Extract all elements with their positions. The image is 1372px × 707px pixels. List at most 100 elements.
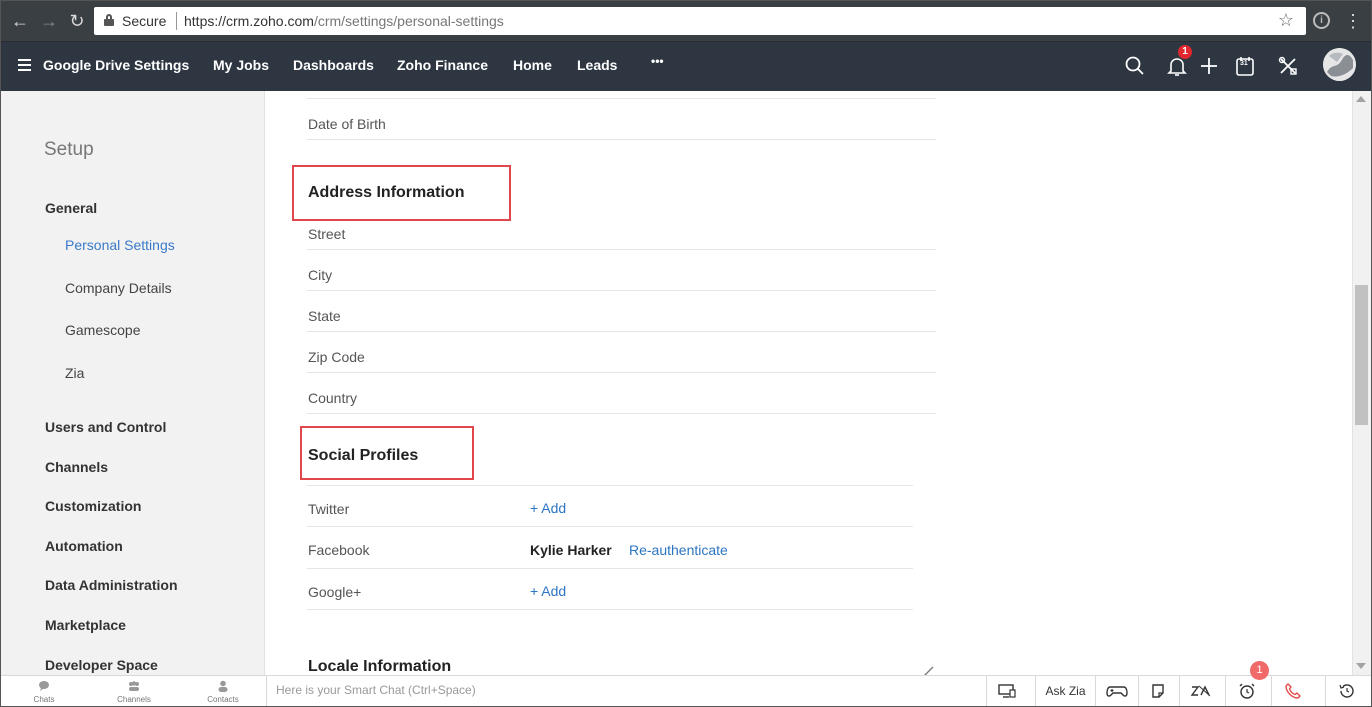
phone-button[interactable] (1271, 675, 1325, 707)
sidebar-group-developer-space[interactable]: Developer Space (45, 657, 158, 673)
sidebar-group-users-and-control[interactable]: Users and Control (45, 419, 166, 435)
nav-zoho-finance[interactable]: Zoho Finance (397, 57, 488, 73)
nav-google-drive-settings[interactable]: Google Drive Settings (43, 57, 189, 73)
field-label-city: City (308, 267, 333, 283)
scrollbar-thumb[interactable] (1355, 285, 1368, 425)
row-divider (307, 139, 936, 140)
row-divider (307, 249, 936, 250)
scroll-down-arrow-icon[interactable] (1356, 663, 1366, 669)
field-label-state: State (308, 308, 341, 324)
url-host: https://crm.zoho.com (184, 13, 314, 29)
smart-chat-placeholder: Here is your Smart Chat (Ctrl+Space) (276, 683, 476, 697)
sidebar-group-marketplace[interactable]: Marketplace (45, 617, 126, 633)
field-label-street: Street (308, 226, 346, 242)
row-divider (307, 372, 936, 373)
history-button[interactable] (1325, 675, 1372, 707)
bookmark-star-icon[interactable]: ☆ (1278, 10, 1294, 31)
group-users-icon (129, 681, 139, 691)
field-label-country: Country (308, 390, 358, 406)
sidebar-group-general[interactable]: General (45, 200, 97, 216)
bottom-tab-contacts[interactable]: Contacts (179, 676, 267, 707)
gamepad-icon (1106, 686, 1128, 697)
zia-button[interactable] (1179, 675, 1225, 707)
reminders-badge: 1 (1250, 661, 1269, 680)
games-button[interactable] (1095, 675, 1138, 707)
section-title-social-profiles: Social Profiles (308, 447, 419, 464)
url-separator (176, 12, 177, 30)
contact-person-icon (218, 680, 228, 692)
row-divider (307, 331, 936, 332)
nav-my-jobs[interactable]: My Jobs (213, 57, 269, 73)
facebook-account-name: Kylie Harker (530, 542, 612, 558)
browser-toolbar: ← → ↻ Secure https://crm.zoho.com/crm/se… (0, 0, 1372, 42)
reload-icon[interactable]: ↻ (66, 10, 88, 32)
section-title-locale-information: Locale Information (308, 658, 452, 675)
back-icon[interactable]: ← (9, 10, 31, 32)
smart-chat-input[interactable]: Here is your Smart Chat (Ctrl+Space) (266, 675, 986, 707)
row-divider (307, 609, 913, 610)
bottom-tab-chats-label: Chats (33, 695, 55, 704)
facebook-reauthenticate-link[interactable]: Re-authenticate (629, 542, 728, 558)
ask-zia-button[interactable]: Ask Zia (1035, 675, 1095, 707)
row-divider (307, 568, 913, 569)
lock-icon (104, 14, 114, 26)
row-divider (307, 290, 936, 291)
section-title-address-information: Address Information (308, 184, 465, 201)
row-divider (307, 98, 936, 99)
secure-label: Secure (122, 13, 167, 29)
sidebar-title: Setup (44, 139, 94, 160)
sidebar-group-automation[interactable]: Automation (45, 538, 123, 554)
bottom-tab-chats[interactable]: Chats (0, 676, 88, 707)
social-label-google-plus: Google+ (308, 584, 362, 600)
field-label-date-of-birth: Date of Birth (308, 116, 386, 132)
search-icon[interactable] (1123, 54, 1147, 78)
sidebar-group-channels[interactable]: Channels (45, 459, 108, 475)
notes-button[interactable] (1138, 675, 1179, 707)
browser-menu-icon[interactable]: ⋮ (1344, 10, 1362, 32)
forward-icon[interactable]: → (38, 10, 60, 32)
bottom-tab-channels[interactable]: Channels (90, 676, 178, 707)
sticky-note-icon (1152, 684, 1164, 698)
field-label-zip-code: Zip Code (308, 349, 365, 365)
sidebar-item-gamescope[interactable]: Gamescope (65, 322, 140, 338)
monitor-icon (998, 684, 1016, 698)
sidebar-item-zia[interactable]: Zia (65, 365, 84, 381)
avatar-image-icon (1323, 48, 1356, 81)
sidebar-item-company-details[interactable]: Company Details (65, 280, 172, 296)
add-icon[interactable] (1197, 54, 1221, 78)
sidebar-group-data-administration[interactable]: Data Administration (45, 577, 178, 593)
screen-share-button[interactable] (986, 675, 1035, 707)
nav-home[interactable]: Home (513, 57, 552, 73)
calendar-day: 31 (1240, 60, 1248, 67)
nav-more-icon[interactable]: ••• (651, 54, 664, 68)
bottom-tab-channels-label: Channels (117, 695, 151, 704)
bottom-tab-contacts-label: Contacts (207, 695, 239, 704)
reminders-button[interactable] (1225, 675, 1271, 707)
social-label-facebook: Facebook (308, 542, 370, 558)
sidebar-group-customization[interactable]: Customization (45, 498, 141, 514)
sidebar-item-personal-settings[interactable]: Personal Settings (65, 237, 175, 253)
row-divider (307, 485, 913, 486)
personal-settings-content: Date of Birth Address Information Street… (266, 91, 1352, 675)
address-bar[interactable]: Secure https://crm.zoho.com/crm/settings… (94, 7, 1306, 35)
nav-dashboards[interactable]: Dashboards (293, 57, 374, 73)
edit-pencil-icon[interactable] (923, 665, 935, 675)
history-clock-icon (1339, 684, 1354, 698)
twitter-add-link[interactable]: + Add (530, 500, 566, 516)
avatar[interactable] (1323, 48, 1356, 81)
chat-bubble-icon (39, 681, 49, 691)
hamburger-menu-icon[interactable] (18, 59, 31, 71)
extension-icon[interactable]: i (1313, 12, 1330, 29)
zia-logo-icon (1190, 685, 1211, 697)
setup-tools-icon[interactable] (1276, 54, 1300, 78)
nav-leads[interactable]: Leads (577, 57, 617, 73)
social-label-twitter: Twitter (308, 501, 350, 517)
google-plus-add-link[interactable]: + Add (530, 583, 566, 599)
phone-icon (1285, 683, 1301, 699)
row-divider (307, 413, 936, 414)
setup-sidebar: Setup General Personal Settings Company … (0, 91, 265, 675)
notification-badge: 1 (1178, 45, 1192, 59)
url-text[interactable]: https://crm.zoho.com/crm/settings/person… (184, 13, 504, 29)
scroll-up-arrow-icon[interactable] (1356, 96, 1366, 102)
app-header: Google Drive Settings My Jobs Dashboards… (0, 42, 1372, 91)
